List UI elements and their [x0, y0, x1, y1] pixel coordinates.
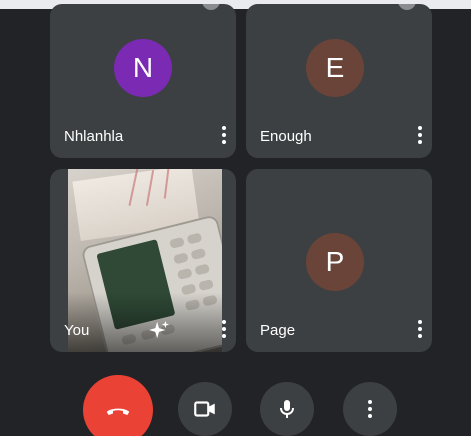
more-vert-icon: [362, 399, 378, 419]
camera-toggle-button[interactable]: [178, 382, 232, 436]
tile-status-indicator: [398, 4, 416, 10]
participant-name: You: [64, 322, 90, 339]
avatar: P: [306, 233, 364, 291]
video-shade: [68, 292, 222, 352]
participant-name: Nhlanhla: [64, 128, 124, 145]
avatar: N: [114, 39, 172, 97]
microphone-toggle-button[interactable]: [260, 382, 314, 436]
more-vert-icon[interactable]: [412, 319, 428, 339]
more-options-button[interactable]: [343, 382, 397, 436]
end-call-button[interactable]: [83, 375, 153, 436]
more-vert-icon[interactable]: [412, 125, 428, 145]
phone-hangup-icon: [106, 408, 130, 415]
tile-status-indicator: [202, 4, 220, 10]
more-vert-icon[interactable]: [216, 319, 232, 339]
avatar: E: [306, 39, 364, 97]
participant-tile-enough[interactable]: E Enough: [246, 4, 432, 158]
call-controls-bar: [0, 370, 471, 436]
mic-icon: [280, 400, 294, 418]
participant-tile-page[interactable]: P Page: [246, 169, 432, 352]
participant-name: Enough: [260, 128, 312, 145]
more-vert-icon[interactable]: [216, 125, 232, 145]
sparkle-icon[interactable]: [148, 319, 170, 341]
self-camera-video: [68, 169, 222, 352]
participant-tile-nhlanhla[interactable]: N Nhlanhla: [50, 4, 236, 158]
participant-name: Page: [260, 322, 296, 339]
meeting-screen: N Nhlanhla E Enough You P Page: [0, 0, 471, 436]
participant-tile-you[interactable]: You: [50, 169, 236, 352]
videocam-icon: [194, 401, 215, 417]
